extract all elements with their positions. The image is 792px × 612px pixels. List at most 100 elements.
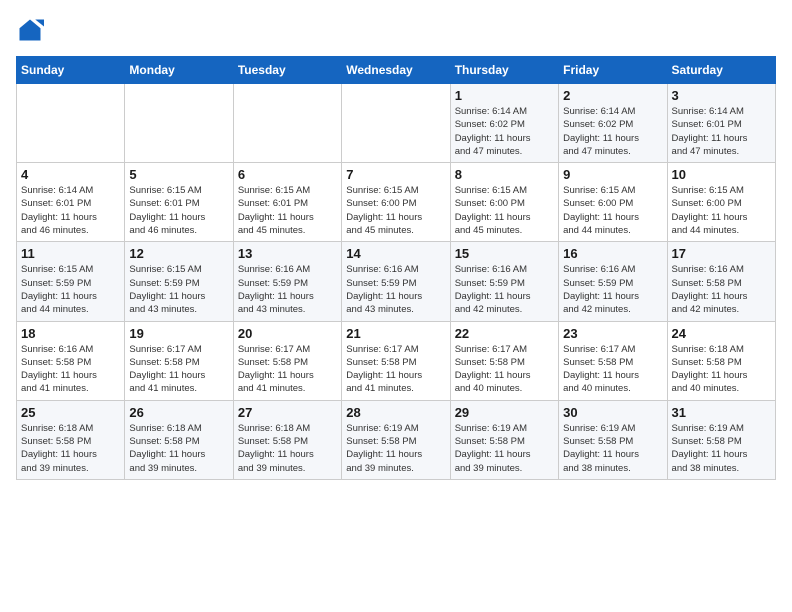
day-info: Sunrise: 6:15 AM Sunset: 6:00 PM Dayligh… — [346, 184, 445, 237]
day-info: Sunrise: 6:15 AM Sunset: 6:00 PM Dayligh… — [672, 184, 771, 237]
calendar-cell: 10 Sunrise: 6:15 AM Sunset: 6:00 PM Dayli… — [667, 163, 775, 242]
day-number: 29 — [455, 405, 554, 420]
day-number: 10 — [672, 167, 771, 182]
day-info: Sunrise: 6:15 AM Sunset: 5:59 PM Dayligh… — [129, 263, 228, 316]
calendar-cell: 19 Sunrise: 6:17 AM Sunset: 5:58 PM Dayli… — [125, 321, 233, 400]
day-number: 12 — [129, 246, 228, 261]
day-number: 17 — [672, 246, 771, 261]
day-info: Sunrise: 6:18 AM Sunset: 5:58 PM Dayligh… — [238, 422, 337, 475]
calendar-cell: 20Sunrise: 6:17 AM Sunset: 5:58 PM Dayli… — [233, 321, 341, 400]
weekday-header-monday: Monday — [125, 57, 233, 84]
calendar-body: 1 Sunrise: 6:14 AM Sunset: 6:02 PM Daylig… — [17, 84, 776, 480]
calendar-cell: 8Sunrise: 6:15 AM Sunset: 6:00 PM Daylig… — [450, 163, 558, 242]
day-info: Sunrise: 6:18 AM Sunset: 5:58 PM Dayligh… — [21, 422, 120, 475]
calendar-week-1: 1 Sunrise: 6:14 AM Sunset: 6:02 PM Daylig… — [17, 84, 776, 163]
day-number: 19 — [129, 326, 228, 341]
day-info: Sunrise: 6:16 AM Sunset: 5:59 PM Dayligh… — [455, 263, 554, 316]
day-info: Sunrise: 6:19 AM Sunset: 5:58 PM Dayligh… — [563, 422, 662, 475]
calendar-cell: 26 Sunrise: 6:18 AM Sunset: 5:58 PM Dayli… — [125, 400, 233, 479]
day-info: Sunrise: 6:17 AM Sunset: 5:58 PM Dayligh… — [129, 343, 228, 396]
day-info: Sunrise: 6:18 AM Sunset: 5:58 PM Dayligh… — [129, 422, 228, 475]
calendar-cell: 7 Sunrise: 6:15 AM Sunset: 6:00 PM Daylig… — [342, 163, 450, 242]
day-number: 5 — [129, 167, 228, 182]
day-info: Sunrise: 6:14 AM Sunset: 6:01 PM Dayligh… — [672, 105, 771, 158]
calendar-cell: 23 Sunrise: 6:17 AM Sunset: 5:58 PM Dayli… — [559, 321, 667, 400]
calendar-cell: 16 Sunrise: 6:16 AM Sunset: 5:59 PM Dayli… — [559, 242, 667, 321]
calendar-cell — [17, 84, 125, 163]
day-number: 16 — [563, 246, 662, 261]
day-number: 15 — [455, 246, 554, 261]
day-info: Sunrise: 6:14 AM Sunset: 6:01 PM Dayligh… — [21, 184, 120, 237]
day-info: Sunrise: 6:19 AM Sunset: 5:58 PM Dayligh… — [672, 422, 771, 475]
calendar-cell: 28 Sunrise: 6:19 AM Sunset: 5:58 PM Dayli… — [342, 400, 450, 479]
calendar-table: SundayMondayTuesdayWednesdayThursdayFrid… — [16, 56, 776, 480]
calendar-cell: 21 Sunrise: 6:17 AM Sunset: 5:58 PM Dayli… — [342, 321, 450, 400]
day-info: Sunrise: 6:17 AM Sunset: 5:58 PM Dayligh… — [455, 343, 554, 396]
logo — [16, 16, 48, 44]
day-info: Sunrise: 6:14 AM Sunset: 6:02 PM Dayligh… — [455, 105, 554, 158]
calendar-cell — [125, 84, 233, 163]
day-info: Sunrise: 6:16 AM Sunset: 5:59 PM Dayligh… — [238, 263, 337, 316]
day-info: Sunrise: 6:16 AM Sunset: 5:58 PM Dayligh… — [672, 263, 771, 316]
day-info: Sunrise: 6:19 AM Sunset: 5:58 PM Dayligh… — [455, 422, 554, 475]
day-number: 27 — [238, 405, 337, 420]
weekday-header-tuesday: Tuesday — [233, 57, 341, 84]
calendar-cell: 3 Sunrise: 6:14 AM Sunset: 6:01 PM Daylig… — [667, 84, 775, 163]
calendar-cell: 30 Sunrise: 6:19 AM Sunset: 5:58 PM Dayli… — [559, 400, 667, 479]
day-number: 21 — [346, 326, 445, 341]
day-number: 7 — [346, 167, 445, 182]
calendar-cell: 9Sunrise: 6:15 AM Sunset: 6:00 PM Daylig… — [559, 163, 667, 242]
day-number: 3 — [672, 88, 771, 103]
calendar-cell: 31 Sunrise: 6:19 AM Sunset: 5:58 PM Dayli… — [667, 400, 775, 479]
day-number: 22 — [455, 326, 554, 341]
calendar-cell: 2 Sunrise: 6:14 AM Sunset: 6:02 PM Daylig… — [559, 84, 667, 163]
day-number: 4 — [21, 167, 120, 182]
day-number: 6 — [238, 167, 337, 182]
calendar-cell: 18 Sunrise: 6:16 AM Sunset: 5:58 PM Dayli… — [17, 321, 125, 400]
calendar-cell: 29 Sunrise: 6:19 AM Sunset: 5:58 PM Dayli… — [450, 400, 558, 479]
day-number: 28 — [346, 405, 445, 420]
calendar-cell: 4 Sunrise: 6:14 AM Sunset: 6:01 PM Daylig… — [17, 163, 125, 242]
calendar-cell: 12 Sunrise: 6:15 AM Sunset: 5:59 PM Dayli… — [125, 242, 233, 321]
calendar-cell: 17 Sunrise: 6:16 AM Sunset: 5:58 PM Dayli… — [667, 242, 775, 321]
calendar-cell: 1 Sunrise: 6:14 AM Sunset: 6:02 PM Daylig… — [450, 84, 558, 163]
calendar-cell: 14Sunrise: 6:16 AM Sunset: 5:59 PM Dayli… — [342, 242, 450, 321]
day-info: Sunrise: 6:14 AM Sunset: 6:02 PM Dayligh… — [563, 105, 662, 158]
calendar-cell: 24 Sunrise: 6:18 AM Sunset: 5:58 PM Dayli… — [667, 321, 775, 400]
day-number: 9 — [563, 167, 662, 182]
logo-icon — [16, 16, 44, 44]
day-number: 31 — [672, 405, 771, 420]
calendar-week-5: 25Sunrise: 6:18 AM Sunset: 5:58 PM Dayli… — [17, 400, 776, 479]
day-info: Sunrise: 6:16 AM Sunset: 5:58 PM Dayligh… — [21, 343, 120, 396]
day-info: Sunrise: 6:18 AM Sunset: 5:58 PM Dayligh… — [672, 343, 771, 396]
day-info: Sunrise: 6:19 AM Sunset: 5:58 PM Dayligh… — [346, 422, 445, 475]
day-number: 14 — [346, 246, 445, 261]
weekday-header-sunday: Sunday — [17, 57, 125, 84]
day-number: 20 — [238, 326, 337, 341]
day-number: 11 — [21, 246, 120, 261]
weekday-header-wednesday: Wednesday — [342, 57, 450, 84]
day-info: Sunrise: 6:16 AM Sunset: 5:59 PM Dayligh… — [563, 263, 662, 316]
day-info: Sunrise: 6:17 AM Sunset: 5:58 PM Dayligh… — [346, 343, 445, 396]
calendar-week-3: 11 Sunrise: 6:15 AM Sunset: 5:59 PM Dayli… — [17, 242, 776, 321]
day-info: Sunrise: 6:17 AM Sunset: 5:58 PM Dayligh… — [563, 343, 662, 396]
calendar-cell: 22 Sunrise: 6:17 AM Sunset: 5:58 PM Dayli… — [450, 321, 558, 400]
calendar-cell: 5 Sunrise: 6:15 AM Sunset: 6:01 PM Daylig… — [125, 163, 233, 242]
day-info: Sunrise: 6:15 AM Sunset: 6:01 PM Dayligh… — [238, 184, 337, 237]
calendar-cell — [342, 84, 450, 163]
weekday-header-friday: Friday — [559, 57, 667, 84]
day-info: Sunrise: 6:15 AM Sunset: 5:59 PM Dayligh… — [21, 263, 120, 316]
calendar-cell: 15 Sunrise: 6:16 AM Sunset: 5:59 PM Dayli… — [450, 242, 558, 321]
day-number: 24 — [672, 326, 771, 341]
day-number: 26 — [129, 405, 228, 420]
day-number: 18 — [21, 326, 120, 341]
weekday-header-row: SundayMondayTuesdayWednesdayThursdayFrid… — [17, 57, 776, 84]
day-info: Sunrise: 6:15 AM Sunset: 6:01 PM Dayligh… — [129, 184, 228, 237]
day-number: 2 — [563, 88, 662, 103]
calendar-cell: 13Sunrise: 6:16 AM Sunset: 5:59 PM Dayli… — [233, 242, 341, 321]
calendar-cell: 6 Sunrise: 6:15 AM Sunset: 6:01 PM Daylig… — [233, 163, 341, 242]
weekday-header-saturday: Saturday — [667, 57, 775, 84]
day-number: 23 — [563, 326, 662, 341]
day-number: 1 — [455, 88, 554, 103]
day-number: 30 — [563, 405, 662, 420]
